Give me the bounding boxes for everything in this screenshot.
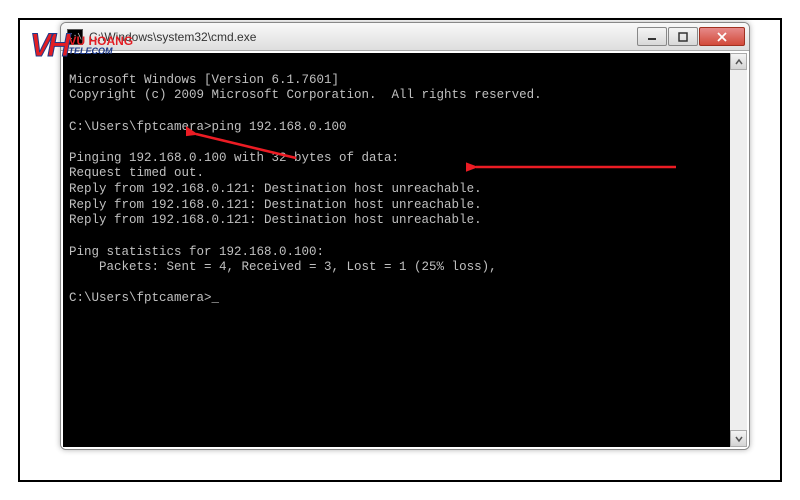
terminal-line: Packets: Sent = 4, Received = 3, Lost = … <box>69 260 497 274</box>
logo-glyph: VH <box>30 27 66 64</box>
terminal-line: Pinging 192.168.0.100 with 32 bytes of d… <box>69 151 399 165</box>
terminal-line: Ping statistics for 192.168.0.100: <box>69 245 324 259</box>
terminal-line: Reply from 192.168.0.121: Destination ho… <box>69 213 482 227</box>
chevron-up-icon <box>735 58 743 66</box>
brand-logo: VH VU HOANG TELECOM <box>30 27 133 64</box>
terminal-line: Reply from 192.168.0.121: Destination ho… <box>69 198 482 212</box>
scroll-track[interactable] <box>730 70 747 430</box>
terminal-line: Reply from 192.168.0.121: Destination ho… <box>69 182 482 196</box>
scroll-down-button[interactable] <box>730 430 747 447</box>
cmd-window: C:\ C:\Windows\system32\cmd.exe Microsof… <box>60 22 750 450</box>
logo-brand-bottom: TELECOM <box>68 47 133 56</box>
scroll-up-button[interactable] <box>730 53 747 70</box>
window-controls <box>637 27 745 46</box>
terminal-line: Request timed out. <box>69 166 204 180</box>
title-bar[interactable]: C:\ C:\Windows\system32\cmd.exe <box>61 23 749 51</box>
close-button[interactable] <box>699 27 745 46</box>
minimize-button[interactable] <box>637 27 667 46</box>
maximize-icon <box>678 32 688 42</box>
terminal-prompt: C:\Users\fptcamera>_ <box>69 291 219 305</box>
window-title: C:\Windows\system32\cmd.exe <box>89 30 637 44</box>
minimize-icon <box>647 32 657 42</box>
chevron-down-icon <box>735 435 743 443</box>
terminal-line: Microsoft Windows [Version 6.1.7601] <box>69 73 339 87</box>
terminal-line: C:\Users\fptcamera>ping 192.168.0.100 <box>69 120 347 134</box>
maximize-button[interactable] <box>668 27 698 46</box>
scrollbar[interactable] <box>730 53 747 447</box>
terminal-line: Copyright (c) 2009 Microsoft Corporation… <box>69 88 542 102</box>
terminal-output[interactable]: Microsoft Windows [Version 6.1.7601] Cop… <box>63 53 730 447</box>
close-icon <box>717 32 727 42</box>
